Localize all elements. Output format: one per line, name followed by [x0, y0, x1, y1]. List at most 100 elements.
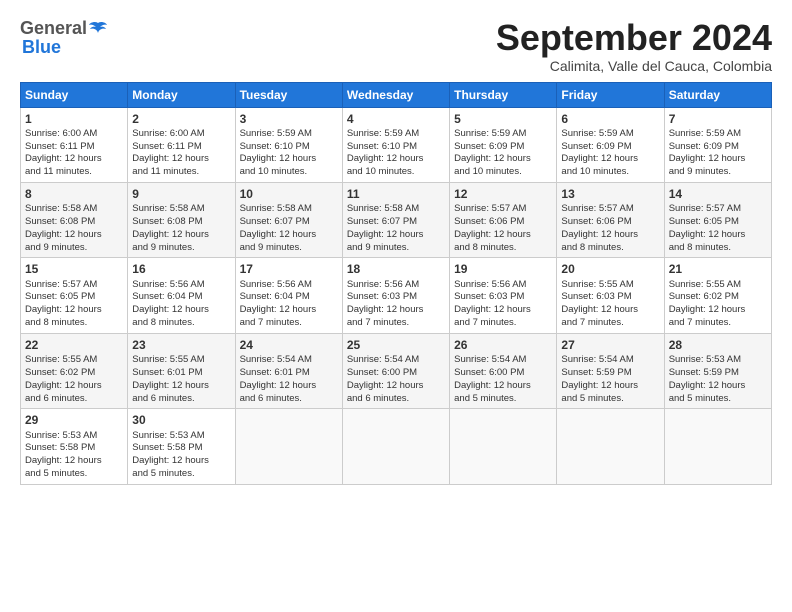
daylight-minutes-text: and 8 minutes. [561, 242, 623, 253]
sunrise-text: Sunrise: 5:56 AM [240, 279, 312, 290]
sunrise-text: Sunrise: 5:53 AM [669, 354, 741, 365]
day-number: 23 [132, 337, 230, 353]
sunset-text: Sunset: 6:10 PM [347, 141, 417, 152]
sunrise-text: Sunrise: 5:57 AM [454, 203, 526, 214]
daylight-hours-text: Daylight: 12 hours [132, 153, 209, 164]
daylight-hours-text: Daylight: 12 hours [561, 304, 638, 315]
sunset-text: Sunset: 6:07 PM [347, 216, 417, 227]
calendar-table: Sunday Monday Tuesday Wednesday Thursday… [20, 82, 772, 485]
sunset-text: Sunset: 6:06 PM [561, 216, 631, 227]
col-friday: Friday [557, 82, 664, 107]
daylight-hours-text: Daylight: 12 hours [561, 380, 638, 391]
table-row [235, 409, 342, 484]
day-number: 21 [669, 261, 767, 277]
sunset-text: Sunset: 6:03 PM [347, 291, 417, 302]
table-row: 6Sunrise: 5:59 AMSunset: 6:09 PMDaylight… [557, 107, 664, 182]
header: General Blue September 2024 Calimita, Va… [20, 18, 772, 74]
col-tuesday: Tuesday [235, 82, 342, 107]
sunset-text: Sunset: 6:09 PM [561, 141, 631, 152]
daylight-minutes-text: and 10 minutes. [347, 166, 415, 177]
day-number: 9 [132, 186, 230, 202]
sunset-text: Sunset: 6:10 PM [240, 141, 310, 152]
sunrise-text: Sunrise: 5:54 AM [240, 354, 312, 365]
sunset-text: Sunset: 6:09 PM [454, 141, 524, 152]
daylight-hours-text: Daylight: 12 hours [25, 455, 102, 466]
daylight-minutes-text: and 11 minutes. [132, 166, 199, 177]
table-row: 10Sunrise: 5:58 AMSunset: 6:07 PMDayligh… [235, 183, 342, 258]
table-row [557, 409, 664, 484]
day-number: 18 [347, 261, 445, 277]
calendar-row: 1Sunrise: 6:00 AMSunset: 6:11 PMDaylight… [21, 107, 772, 182]
title-block: September 2024 Calimita, Valle del Cauca… [496, 18, 772, 74]
daylight-minutes-text: and 10 minutes. [454, 166, 522, 177]
month-title: September 2024 [496, 18, 772, 58]
sunrise-text: Sunrise: 5:55 AM [561, 279, 633, 290]
day-number: 17 [240, 261, 338, 277]
day-number: 30 [132, 412, 230, 428]
col-sunday: Sunday [21, 82, 128, 107]
day-number: 10 [240, 186, 338, 202]
daylight-hours-text: Daylight: 12 hours [669, 153, 746, 164]
col-thursday: Thursday [450, 82, 557, 107]
daylight-hours-text: Daylight: 12 hours [347, 380, 424, 391]
table-row: 22Sunrise: 5:55 AMSunset: 6:02 PMDayligh… [21, 333, 128, 408]
day-number: 14 [669, 186, 767, 202]
sunrise-text: Sunrise: 5:56 AM [454, 279, 526, 290]
sunset-text: Sunset: 5:58 PM [25, 442, 95, 453]
day-number: 6 [561, 111, 659, 127]
daylight-hours-text: Daylight: 12 hours [132, 229, 209, 240]
day-number: 15 [25, 261, 123, 277]
sunrise-text: Sunrise: 6:00 AM [25, 128, 97, 139]
day-number: 5 [454, 111, 552, 127]
table-row [664, 409, 771, 484]
daylight-hours-text: Daylight: 12 hours [561, 229, 638, 240]
sunset-text: Sunset: 6:00 PM [347, 367, 417, 378]
col-monday: Monday [128, 82, 235, 107]
sunset-text: Sunset: 6:07 PM [240, 216, 310, 227]
day-number: 27 [561, 337, 659, 353]
table-row: 1Sunrise: 6:00 AMSunset: 6:11 PMDaylight… [21, 107, 128, 182]
sunset-text: Sunset: 6:04 PM [132, 291, 202, 302]
table-row: 2Sunrise: 6:00 AMSunset: 6:11 PMDaylight… [128, 107, 235, 182]
daylight-hours-text: Daylight: 12 hours [240, 380, 317, 391]
logo-bird-icon [88, 21, 108, 37]
daylight-hours-text: Daylight: 12 hours [454, 229, 531, 240]
table-row: 30Sunrise: 5:53 AMSunset: 5:58 PMDayligh… [128, 409, 235, 484]
day-number: 28 [669, 337, 767, 353]
day-number: 29 [25, 412, 123, 428]
daylight-hours-text: Daylight: 12 hours [132, 455, 209, 466]
table-row: 29Sunrise: 5:53 AMSunset: 5:58 PMDayligh… [21, 409, 128, 484]
sunrise-text: Sunrise: 5:59 AM [347, 128, 419, 139]
daylight-hours-text: Daylight: 12 hours [347, 304, 424, 315]
sunrise-text: Sunrise: 5:54 AM [561, 354, 633, 365]
sunset-text: Sunset: 6:09 PM [669, 141, 739, 152]
table-row: 25Sunrise: 5:54 AMSunset: 6:00 PMDayligh… [342, 333, 449, 408]
day-number: 19 [454, 261, 552, 277]
table-row: 23Sunrise: 5:55 AMSunset: 6:01 PMDayligh… [128, 333, 235, 408]
daylight-minutes-text: and 7 minutes. [454, 317, 516, 328]
day-number: 25 [347, 337, 445, 353]
day-number: 2 [132, 111, 230, 127]
daylight-minutes-text: and 11 minutes. [25, 166, 92, 177]
daylight-minutes-text: and 6 minutes. [240, 393, 302, 404]
sunrise-text: Sunrise: 5:59 AM [669, 128, 741, 139]
sunset-text: Sunset: 6:08 PM [25, 216, 95, 227]
daylight-minutes-text: and 9 minutes. [25, 242, 87, 253]
daylight-minutes-text: and 9 minutes. [669, 166, 731, 177]
table-row: 5Sunrise: 5:59 AMSunset: 6:09 PMDaylight… [450, 107, 557, 182]
table-row: 11Sunrise: 5:58 AMSunset: 6:07 PMDayligh… [342, 183, 449, 258]
header-row: Sunday Monday Tuesday Wednesday Thursday… [21, 82, 772, 107]
calendar-body: 1Sunrise: 6:00 AMSunset: 6:11 PMDaylight… [21, 107, 772, 484]
sunrise-text: Sunrise: 5:55 AM [25, 354, 97, 365]
sunset-text: Sunset: 5:59 PM [669, 367, 739, 378]
calendar-row: 22Sunrise: 5:55 AMSunset: 6:02 PMDayligh… [21, 333, 772, 408]
sunrise-text: Sunrise: 5:58 AM [25, 203, 97, 214]
daylight-minutes-text: and 7 minutes. [669, 317, 731, 328]
sunrise-text: Sunrise: 5:56 AM [132, 279, 204, 290]
daylight-minutes-text: and 8 minutes. [132, 317, 194, 328]
col-wednesday: Wednesday [342, 82, 449, 107]
day-number: 13 [561, 186, 659, 202]
daylight-minutes-text: and 6 minutes. [25, 393, 87, 404]
table-row: 24Sunrise: 5:54 AMSunset: 6:01 PMDayligh… [235, 333, 342, 408]
sunset-text: Sunset: 6:02 PM [25, 367, 95, 378]
